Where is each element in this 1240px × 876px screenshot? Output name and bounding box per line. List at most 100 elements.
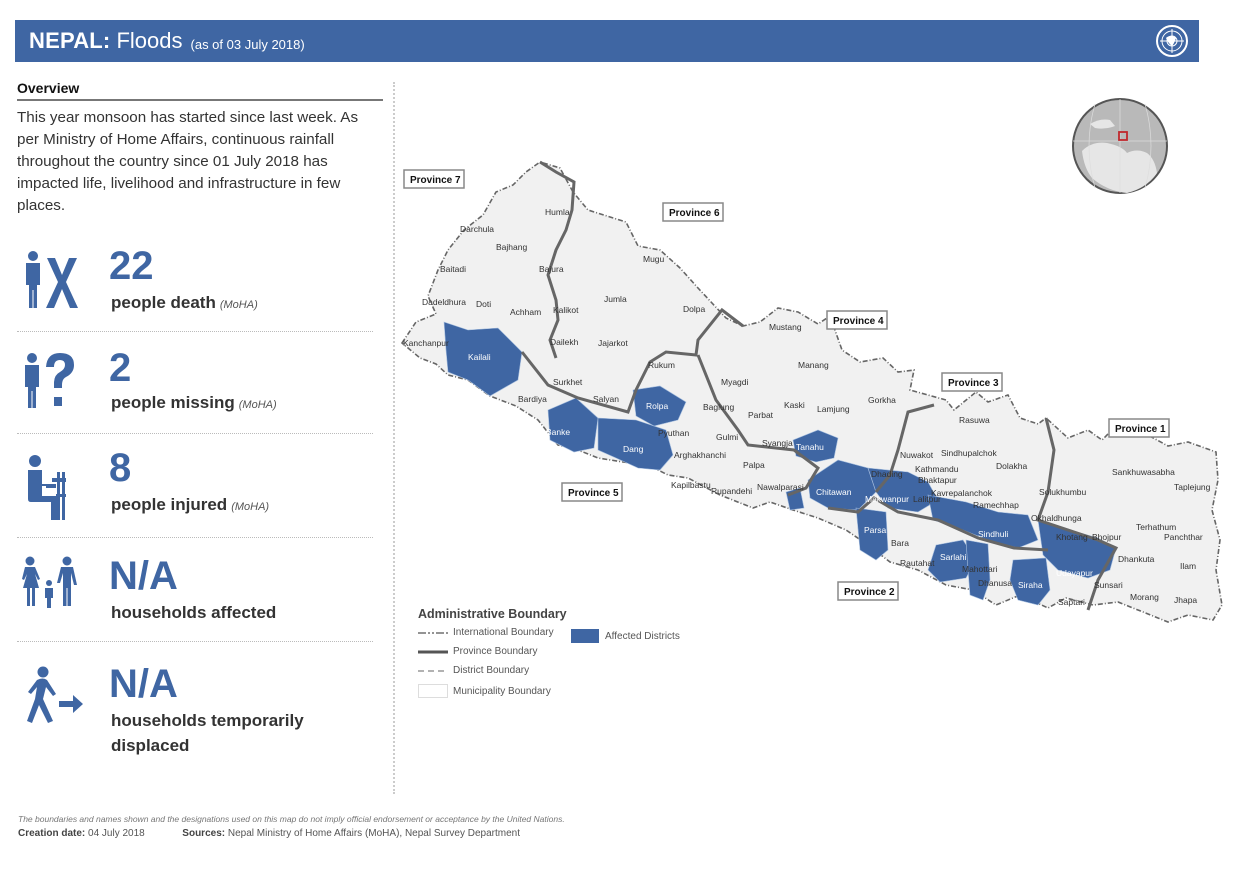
svg-text:Parbat: Parbat — [748, 410, 774, 420]
svg-text:Bajura: Bajura — [539, 264, 564, 274]
svg-text:Dhanusa: Dhanusa — [978, 578, 1012, 588]
svg-text:Doti: Doti — [476, 299, 491, 309]
svg-text:Rautahat: Rautahat — [900, 558, 935, 568]
svg-text:Parsa: Parsa — [864, 525, 886, 535]
svg-text:Province 7: Province 7 — [410, 175, 461, 186]
svg-text:Rukum: Rukum — [648, 360, 675, 370]
svg-text:Panchthar: Panchthar — [1164, 532, 1203, 542]
svg-text:Dolakha: Dolakha — [996, 461, 1027, 471]
svg-text:Dhading: Dhading — [871, 469, 903, 479]
sources: Nepal Ministry of Home Affairs (MoHA), N… — [227, 828, 521, 839]
province-4-label: Province 4 — [826, 310, 888, 330]
svg-text:Kaski: Kaski — [784, 400, 805, 410]
svg-text:Rolpa: Rolpa — [646, 401, 668, 411]
svg-text:Nuwakot: Nuwakot — [900, 450, 934, 460]
svg-text:Syangja: Syangja — [762, 438, 793, 448]
svg-text:Jajarkot: Jajarkot — [598, 338, 628, 348]
stat-injured: 8 people injured (MoHA) — [17, 434, 373, 538]
province-2-label: Province 2 — [837, 581, 899, 601]
svg-text:Palpa: Palpa — [743, 460, 765, 470]
affected-swatch-icon — [571, 629, 599, 643]
stat-missing: 2 people missing (MoHA) — [17, 332, 373, 434]
stat-value: 22 — [109, 244, 154, 288]
svg-text:Tanahu: Tanahu — [796, 442, 824, 452]
legend-municipality-boundary: Municipality Boundary — [418, 684, 551, 698]
svg-text:Province 2: Province 2 — [844, 587, 895, 598]
legend-district-boundary: District Boundary — [418, 665, 529, 676]
svg-text:Pyuthan: Pyuthan — [658, 428, 689, 438]
svg-text:Khotang: Khotang — [1056, 532, 1088, 542]
svg-text:Baitadi: Baitadi — [440, 264, 466, 274]
svg-text:Dang: Dang — [623, 444, 644, 454]
map-legend: Administrative Boundary International Bo… — [418, 607, 718, 698]
municipality-boundary-swatch-icon — [418, 684, 448, 698]
stat-value: N/A — [109, 554, 178, 598]
svg-text:Ilam: Ilam — [1180, 561, 1196, 571]
province-boundary-line-icon — [418, 650, 448, 653]
un-emblem-icon — [1156, 25, 1188, 57]
svg-text:Jumla: Jumla — [604, 294, 627, 304]
stat-value: N/A — [109, 662, 178, 706]
disclaimer: The boundaries and names shown and the d… — [18, 814, 565, 824]
svg-text:Sindhupalchok: Sindhupalchok — [941, 448, 998, 458]
province-1-label: Province 1 — [1108, 418, 1170, 438]
svg-text:Bhojpur: Bhojpur — [1092, 532, 1121, 542]
svg-text:Sankhuwasabha: Sankhuwasabha — [1112, 467, 1175, 477]
svg-text:Surkhet: Surkhet — [553, 377, 583, 387]
svg-text:Dadeldhura: Dadeldhura — [422, 297, 466, 307]
svg-text:Nawalparasi: Nawalparasi — [757, 482, 804, 492]
svg-text:Chitawan: Chitawan — [816, 487, 852, 497]
footer: The boundaries and names shown and the d… — [18, 814, 638, 839]
province-3-label: Province 3 — [941, 372, 1003, 392]
svg-text:Terhathum: Terhathum — [1136, 522, 1176, 532]
stat-value: 8 — [109, 446, 132, 490]
svg-text:Kathmandu: Kathmandu — [915, 464, 959, 474]
legend-affected-districts: Affected Districts — [571, 629, 680, 643]
creation-date: 04 July 2018 — [88, 828, 145, 839]
svg-text:Makwanpur: Makwanpur — [865, 494, 909, 504]
svg-text:Darchula: Darchula — [460, 224, 494, 234]
stat-households-displaced: N/A households temporarily displaced — [17, 642, 373, 772]
svg-text:Okhaldhunga: Okhaldhunga — [1031, 513, 1082, 523]
svg-text:Achham: Achham — [510, 307, 541, 317]
svg-text:Arghakhanchi: Arghakhanchi — [674, 450, 726, 460]
title-banner: NEPAL: Floods (as of 03 July 2018) — [15, 20, 1199, 62]
svg-text:Province 6: Province 6 — [669, 208, 720, 219]
svg-text:Rasuwa: Rasuwa — [959, 415, 990, 425]
svg-text:Bhaktapur: Bhaktapur — [918, 475, 957, 485]
overview-title: Overview — [17, 80, 383, 101]
svg-text:Manang: Manang — [798, 360, 829, 370]
svg-text:Kavrepalanchok: Kavrepalanchok — [931, 488, 993, 498]
stat-label: people death (MoHA) — [111, 293, 258, 312]
svg-text:Rupandehi: Rupandehi — [711, 486, 752, 496]
svg-text:Province 1: Province 1 — [1115, 424, 1166, 435]
svg-text:Mustang: Mustang — [769, 322, 802, 332]
title-date: (as of 03 July 2018) — [190, 36, 305, 52]
svg-text:Udayapur: Udayapur — [1056, 568, 1093, 578]
stat-label: people injured (MoHA) — [111, 495, 270, 514]
svg-text:Kalikot: Kalikot — [553, 305, 579, 315]
stat-label: households affected — [111, 603, 277, 622]
svg-text:Province 4: Province 4 — [833, 316, 884, 327]
svg-text:Myagdi: Myagdi — [721, 377, 749, 387]
vertical-divider — [393, 82, 395, 794]
displaced-person-arrow-icon — [27, 666, 83, 723]
svg-text:Sindhuli: Sindhuli — [978, 529, 1008, 539]
svg-text:Ramechhap: Ramechhap — [973, 500, 1019, 510]
stat-deaths: 22 people death (MoHA) — [17, 238, 373, 332]
svg-text:Mugu: Mugu — [643, 254, 665, 264]
overview-text: This year monsoon has started since last… — [17, 109, 359, 214]
stat-label: households temporarily displaced — [111, 711, 304, 755]
globe-locator-icon — [1072, 98, 1168, 194]
svg-text:Morang: Morang — [1130, 592, 1159, 602]
credits: Creation date: 04 July 2018 Sources: Nep… — [18, 828, 521, 839]
svg-text:Siraha: Siraha — [1018, 580, 1043, 590]
stat-households-affected: N/A households affected — [17, 538, 373, 642]
district-boundary-line-icon — [418, 669, 448, 672]
province-5-label: Province 5 — [561, 482, 623, 502]
injured-person-crutch-icon — [28, 455, 66, 520]
svg-text:Bajhang: Bajhang — [496, 242, 527, 252]
svg-text:Saptari: Saptari — [1058, 597, 1085, 607]
province-7-label: Province 7 — [403, 169, 465, 189]
svg-text:Lamjung: Lamjung — [817, 404, 850, 414]
